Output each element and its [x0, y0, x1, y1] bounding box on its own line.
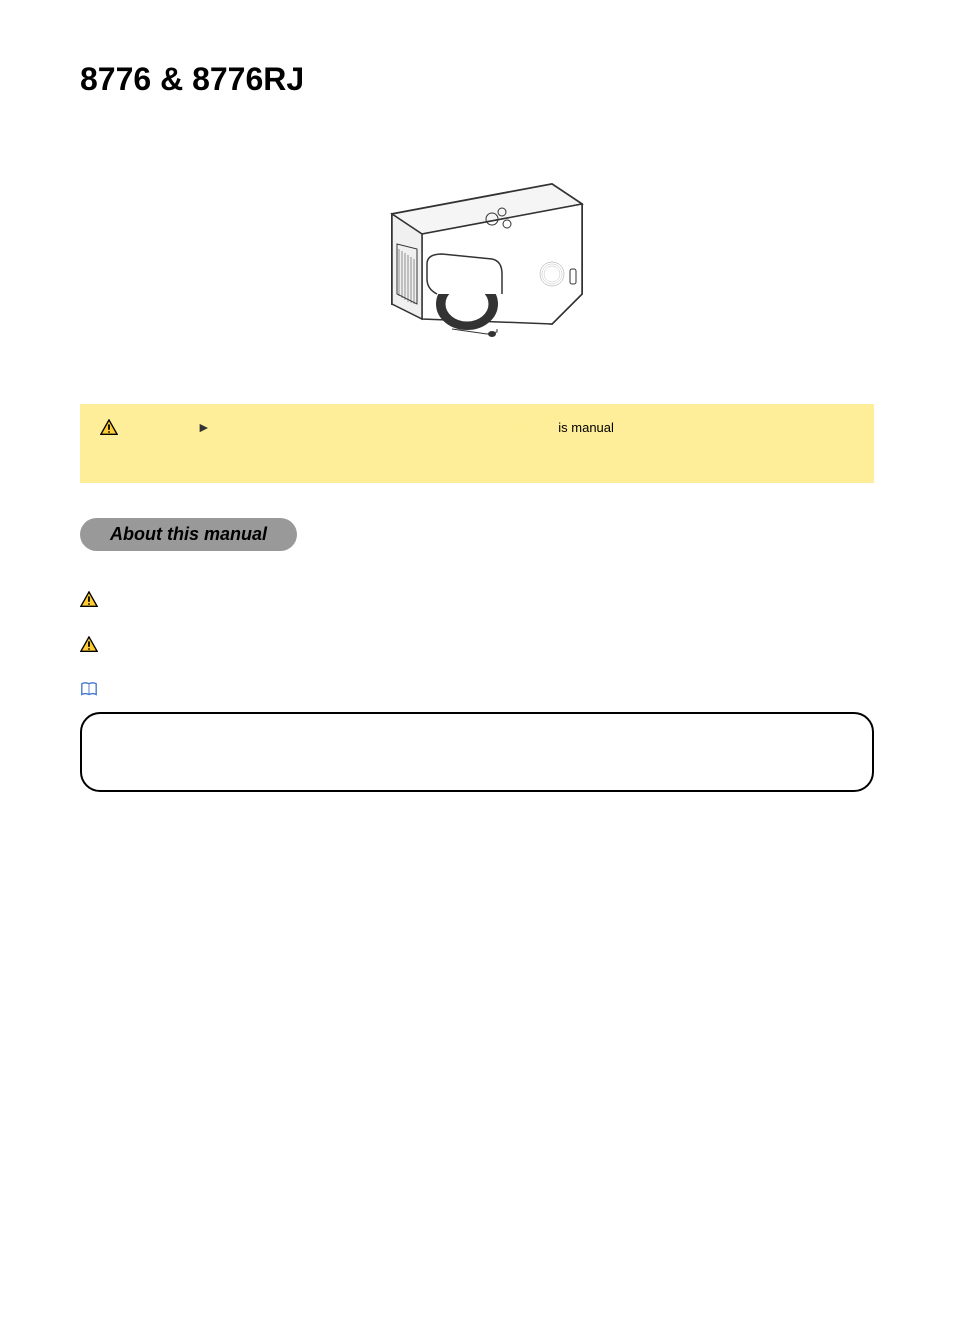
warning-box: WARNING ► Before using this product, ple…	[80, 404, 874, 483]
warning-triangle-icon	[100, 419, 118, 435]
product-title: 8776 & 8776RJ	[80, 61, 874, 98]
page-number: 1	[0, 1285, 954, 1299]
arrow-right-icon: ►	[197, 419, 211, 435]
symbol-warning-text: This symbol indicates information that, …	[108, 591, 855, 621]
projector-illustration	[0, 154, 954, 354]
symbol-row-caution: CAUTION This symbol indicates informatio…	[0, 636, 954, 666]
warning-text-part1: Before using this product, please read t…	[219, 420, 551, 435]
book-icon	[80, 681, 98, 697]
warning-text-continuation: - Safety Guide" and related manuals to e…	[100, 438, 854, 468]
symbol-reference-text: Please refer to the pages written follow…	[108, 681, 422, 696]
manual-title: User's Manual – Operating Guide	[80, 106, 874, 124]
section-header-text: About this manual	[110, 524, 267, 544]
symbol-caution-label: CAUTION	[108, 636, 167, 651]
symbol-caution-text: This symbol indicates information that, …	[108, 636, 831, 666]
explanation-text: Various symbols are used in this manual.…	[0, 561, 954, 576]
caution-triangle-icon	[80, 636, 98, 652]
symbol-row-reference: Please refer to the pages written follow…	[0, 681, 954, 697]
warning-label: WARNING	[126, 420, 189, 435]
intro-text: Thank you for purchasing this projector.	[0, 374, 954, 389]
projector-label: Projector	[80, 40, 874, 56]
section-header: About this manual	[80, 518, 297, 551]
warning-triangle-icon	[80, 591, 98, 607]
note-text: • The information in this manual is subj…	[102, 729, 840, 771]
symbol-warning-label: WARNING	[108, 591, 171, 606]
note-label: NOTE	[102, 729, 135, 743]
warning-text-highlighted: is manual	[558, 420, 614, 435]
symbol-row-warning: WARNING This symbol indicates informatio…	[0, 591, 954, 621]
note-box: NOTE • The information in this manual is…	[80, 712, 874, 792]
